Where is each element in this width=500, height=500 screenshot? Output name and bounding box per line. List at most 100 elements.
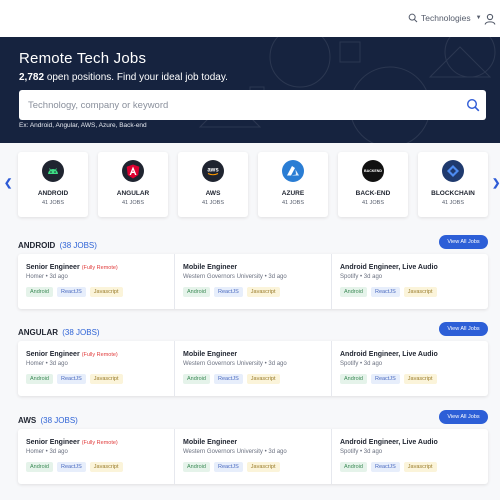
job-card[interactable]: Senior Engineer (Fully Remote) Homer • 3d… — [18, 341, 174, 396]
tag[interactable]: Javascript — [89, 462, 123, 472]
tag[interactable]: ReactJS — [56, 374, 86, 384]
tag[interactable]: Javascript — [89, 374, 123, 384]
tag[interactable]: ReactJS — [213, 287, 243, 297]
job-card[interactable]: Android Engineer, Live Audio Spotify • 3… — [331, 341, 488, 396]
tag[interactable]: ReactJS — [370, 374, 400, 384]
tag[interactable]: Javascript — [403, 374, 437, 384]
tag-list: Android ReactJS Javascript — [340, 287, 480, 297]
section-title: ANDROID (38 JOBS) — [18, 241, 97, 250]
job-meta: Homer • 3d ago — [26, 449, 68, 455]
technologies-menu[interactable]: Technologies ▼ — [408, 13, 482, 23]
job-card[interactable]: Mobile Engineer Western Governors Univer… — [174, 429, 331, 484]
tag[interactable]: Javascript — [246, 374, 280, 384]
view-all-jobs-button[interactable]: View All Jobs — [439, 235, 488, 249]
hero-subtitle: 2,782 open positions. Find your ideal jo… — [19, 72, 228, 83]
remote-label: (Fully Remote) — [81, 265, 118, 271]
section-count[interactable]: (38 JOBS) — [40, 416, 77, 425]
blockchain-icon — [442, 160, 464, 182]
search-examples: Ex: Android, Angular, AWS, Azure, Back-e… — [19, 122, 147, 129]
tag[interactable]: Android — [26, 462, 53, 472]
view-all-jobs-button[interactable]: View All Jobs — [439, 410, 488, 424]
tag[interactable]: ReactJS — [213, 374, 243, 384]
job-card[interactable]: Senior Engineer (Fully Remote) Homer • 3d… — [18, 254, 174, 309]
job-card[interactable]: Mobile Engineer Western Governors Univer… — [174, 341, 331, 396]
section-count[interactable]: (38 JOBS) — [62, 328, 99, 337]
job-title: Mobile Engineer — [183, 351, 323, 358]
tag[interactable]: Android — [26, 374, 53, 384]
job-card[interactable]: Android Engineer, Live Audio Spotify • 3… — [331, 429, 488, 484]
job-title: Android Engineer, Live Audio — [340, 351, 480, 358]
category-name: AZURE — [281, 190, 305, 197]
tag[interactable]: Javascript — [89, 287, 123, 297]
category-name: ANGULAR — [116, 190, 150, 197]
search-icon[interactable] — [466, 98, 480, 112]
carousel-next-arrow[interactable]: ❯ — [492, 178, 500, 189]
job-title-text: Senior Engineer — [26, 351, 80, 358]
tag[interactable]: ReactJS — [213, 462, 243, 472]
tag[interactable]: ReactJS — [56, 462, 86, 472]
category-card-back-end[interactable]: BACKEND BACK-END 41 JOBS — [338, 152, 408, 217]
company-name: Spotify — [340, 361, 359, 367]
chevron-down-icon: ▼ — [475, 15, 482, 21]
job-title: Android Engineer, Live Audio — [340, 439, 480, 446]
aws-icon: aws — [202, 160, 224, 182]
tag[interactable]: Android — [340, 374, 367, 384]
category-card-azure[interactable]: AZURE 41 JOBS — [258, 152, 328, 217]
tag[interactable]: Android — [26, 287, 53, 297]
tag[interactable]: Javascript — [246, 462, 280, 472]
android-icon — [42, 160, 64, 182]
tag[interactable]: Javascript — [246, 287, 280, 297]
tag[interactable]: ReactJS — [56, 287, 86, 297]
tag[interactable]: Android — [183, 374, 210, 384]
category-card-blockchain[interactable]: BLOCKCHAIN 41 JOBS — [418, 152, 488, 217]
search-icon — [408, 13, 418, 23]
user-icon[interactable] — [484, 13, 496, 25]
section-name: ANGULAR — [18, 328, 58, 337]
tag[interactable]: Android — [340, 287, 367, 297]
category-name: BACK-END — [355, 190, 391, 197]
category-name: AWS — [205, 190, 221, 197]
job-card[interactable]: Senior Engineer (Fully Remote) Homer • 3d… — [18, 429, 174, 484]
category-card-aws[interactable]: aws AWS 41 JOBS — [178, 152, 248, 217]
job-meta: Homer • 3d ago — [26, 361, 68, 367]
section-name: ANDROID — [18, 241, 56, 250]
search-input[interactable] — [19, 90, 459, 120]
tag[interactable]: ReactJS — [370, 287, 400, 297]
tag[interactable]: Javascript — [403, 287, 437, 297]
technologies-menu-label: Technologies — [421, 13, 471, 23]
section-count[interactable]: (38 JOBS) — [60, 241, 97, 250]
category-count: 41 JOBS — [361, 200, 384, 206]
tag[interactable]: ReactJS — [370, 462, 400, 472]
angular-icon — [122, 160, 144, 182]
posted-age: 3d ago — [268, 449, 287, 455]
job-meta: Spotify • 3d ago — [340, 449, 383, 455]
jobs-list: Senior Engineer (Fully Remote) Homer • 3d… — [18, 341, 488, 396]
job-card[interactable]: Mobile Engineer Western Governors Univer… — [174, 254, 331, 309]
company-name: Homer — [26, 274, 45, 280]
category-card-angular[interactable]: ANGULAR 41 JOBS — [98, 152, 168, 217]
tag[interactable]: Android — [183, 287, 210, 297]
job-meta: Spotify • 3d ago — [340, 274, 383, 280]
carousel-prev-arrow[interactable]: ❮ — [4, 178, 12, 189]
tag[interactable]: Android — [183, 462, 210, 472]
job-title-text: Mobile Engineer — [183, 264, 238, 271]
job-title: Android Engineer, Live Audio — [340, 264, 480, 271]
hero-subtitle-text: open positions. Find your ideal job toda… — [46, 72, 228, 83]
backend-icon: BACKEND — [362, 160, 384, 182]
posted-age: 3d ago — [49, 449, 68, 455]
category-carousel: ANDROID 41 JOBS ANGULAR 41 JOBS aws AWS … — [18, 152, 488, 217]
page-title: Remote Tech Jobs — [19, 50, 147, 67]
job-card[interactable]: Android Engineer, Live Audio Spotify • 3… — [331, 254, 488, 309]
tag-list: Android ReactJS Javascript — [26, 462, 166, 472]
tag[interactable]: Javascript — [403, 462, 437, 472]
remote-label: (Fully Remote) — [81, 440, 118, 446]
open-positions-count: 2,782 — [19, 72, 45, 83]
category-count: 41 JOBS — [201, 200, 224, 206]
tag[interactable]: Android — [340, 462, 367, 472]
section-title: ANGULAR (38 JOBS) — [18, 328, 100, 337]
job-title-text: Android Engineer, Live Audio — [340, 264, 438, 271]
job-title: Mobile Engineer — [183, 264, 323, 271]
company-name: Western Governors University — [183, 449, 263, 455]
category-card-android[interactable]: ANDROID 41 JOBS — [18, 152, 88, 217]
view-all-jobs-button[interactable]: View All Jobs — [439, 322, 488, 336]
